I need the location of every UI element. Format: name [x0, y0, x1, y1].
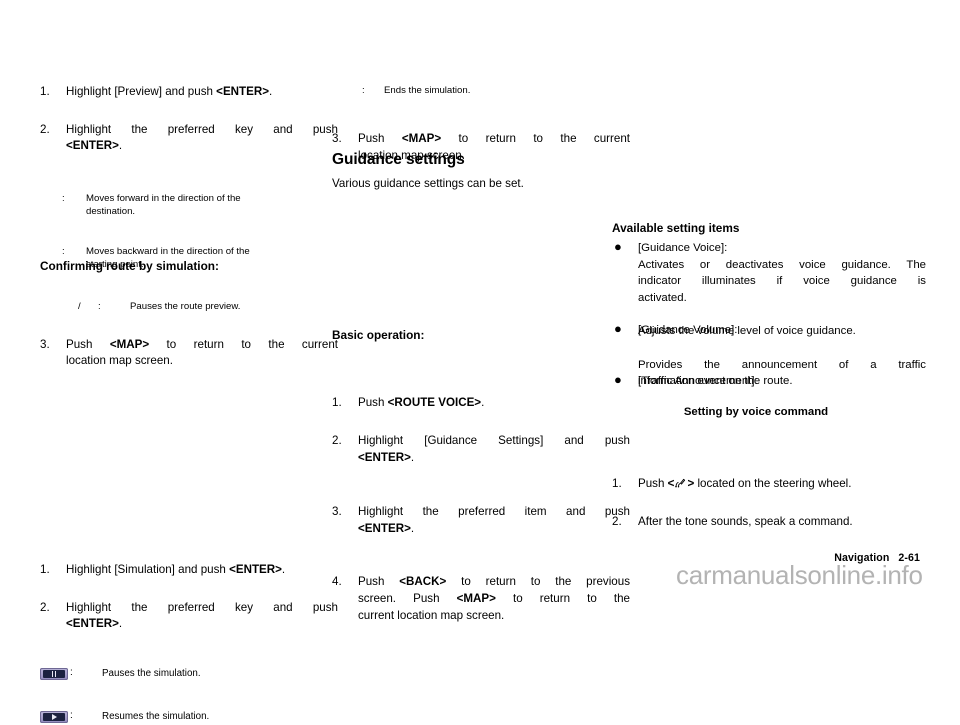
site-watermark: carmanualsonline.info	[676, 560, 923, 590]
step-text: Highlight the preferred key and push <EN…	[66, 122, 338, 153]
heading-basic-operation: Basic operation:	[332, 328, 425, 342]
def-colon: :	[62, 192, 65, 204]
left-def-pause-preview: / : Pauses the route preview.	[78, 300, 241, 312]
step-number: 4.	[332, 575, 342, 589]
step-text: Push <ROUTE VOICE>.	[358, 396, 485, 410]
key-enter: <ENTER>	[216, 85, 270, 98]
step-text: Push <MAP> to return to the current loca…	[66, 337, 338, 368]
step-text: Highlight [Preview] and push <ENTER>.	[66, 85, 273, 98]
left-column: 1. Highlight [Preview] and push <ENTER>.…	[40, 0, 338, 724]
step-text: Highlight the preferred item and push <E…	[358, 505, 630, 535]
key-enter: <ENTER>	[358, 521, 411, 535]
def-colon: :	[98, 300, 101, 312]
step-number: 1.	[40, 562, 50, 576]
step-text: Highlight the preferred key and push <EN…	[66, 600, 338, 631]
mid-basic-step-2: 2. Highlight [Guidance Settings] and pus…	[332, 433, 630, 466]
def-colon: :	[362, 85, 365, 96]
key-map: <MAP>	[456, 591, 496, 605]
setting-item-guidance-voice: ● [Guidance Voice]:	[612, 239, 926, 256]
play-button-icon	[40, 711, 68, 725]
pause-button-icon	[40, 668, 68, 682]
mid-def-end-simulation: : Ends the simulation.	[362, 85, 471, 96]
manual-page: 1. Highlight [Preview] and push <ENTER>.…	[0, 0, 960, 724]
heading-confirming-route: Confirming route by simulation:	[40, 259, 219, 273]
setting-item-traffic-announcement-desc: Provides the announcement of a traffic i…	[638, 359, 926, 388]
left-sim-step-1: 1. Highlight [Simulation] and push <ENTE…	[40, 562, 338, 579]
left-icon-row-pause: : Pauses the simulation.	[40, 667, 312, 681]
icon-description: Pauses the simulation.	[102, 667, 201, 679]
left-def-forward: : Moves forward in the direction of the …	[62, 192, 241, 217]
step-text: Push <BACK> to return to the previous sc…	[358, 575, 631, 622]
right-column: Available setting items ● [Guidance Voic…	[612, 0, 926, 528]
key-route-voice: <ROUTE VOICE>	[387, 396, 482, 410]
step-number: 2.	[332, 433, 342, 447]
right-voice-step-2: 2. After the tone sounds, speak a comman…	[612, 514, 926, 531]
key-enter: <ENTER>	[358, 450, 411, 464]
middle-column: : Ends the simulation. 3. Push <MAP> to …	[332, 0, 630, 622]
step-number: 2.	[40, 600, 50, 614]
guidance-intro-text: Various guidance settings can be set.	[332, 177, 524, 190]
icon-colon: :	[70, 709, 73, 721]
left-icon-row-resume: : Resumes the simulation.	[40, 710, 312, 724]
mid-basic-step-4: 4. Push <BACK> to return to the previous…	[332, 574, 630, 624]
icon-colon: :	[70, 666, 73, 678]
def-slash: /	[78, 300, 81, 312]
step-number: 1.	[40, 85, 50, 98]
step-number: 3.	[332, 505, 342, 519]
step-number: 2.	[40, 122, 50, 136]
left-step-2: 2. Highlight the preferred key and push …	[40, 122, 338, 155]
key-map: <MAP>	[401, 132, 442, 146]
step-number: 3.	[332, 132, 342, 146]
icon-description: Resumes the simulation.	[102, 710, 210, 722]
key-back: <BACK>	[399, 575, 447, 589]
play-glyph	[40, 711, 68, 723]
play-button-graphic	[40, 711, 68, 724]
key-map: <MAP>	[109, 337, 150, 351]
step-number: 1.	[612, 477, 622, 491]
pause-glyph	[40, 668, 68, 680]
heading-setting-by-voice-command: Setting by voice command	[683, 406, 829, 418]
step-text: Highlight [Guidance Settings] and push <…	[358, 433, 630, 464]
right-voice-step-1: 1. Push < > located on the steering wheel…	[612, 476, 926, 493]
step-number: 2.	[612, 514, 622, 528]
mid-basic-step-3: 3. Highlight the preferred item and push…	[332, 504, 630, 537]
setting-item-guidance-volume-desc: Adjusts the volume level of voice guidan…	[638, 325, 856, 337]
step-number: 3.	[40, 337, 50, 351]
pause-button-graphic	[40, 668, 68, 681]
left-step-3: 3. Push <MAP> to return to the current l…	[40, 337, 338, 370]
left-step-1: 1. Highlight [Preview] and push <ENTER>.	[40, 84, 338, 101]
step-text: Push < > located on the steering wheel.	[638, 477, 852, 491]
step-text: After the tone sounds, speak a command.	[638, 514, 853, 528]
bracket-open: <	[667, 477, 675, 491]
left-sim-step-2: 2. Highlight the preferred key and push …	[40, 600, 338, 633]
step-number: 1.	[332, 396, 342, 410]
heading-guidance-settings: Guidance settings	[332, 151, 465, 168]
setting-item-guidance-voice-desc: Activates or deactivates voice guidance.…	[638, 259, 926, 304]
key-enter: <ENTER>	[66, 139, 119, 153]
key-enter: <ENTER>	[66, 617, 119, 631]
def-colon: :	[62, 246, 65, 258]
voice-command-icon	[674, 477, 687, 489]
bullet-icon: ●	[614, 239, 622, 254]
heading-available-setting-items: Available setting items	[612, 221, 740, 235]
setting-item-label: [Guidance Voice]:	[638, 242, 728, 254]
step-text: Highlight [Simulation] and push <ENTER>.	[66, 562, 286, 576]
mid-basic-step-1: 1. Push <ROUTE VOICE>.	[332, 395, 630, 412]
key-enter: <ENTER>	[229, 562, 282, 576]
